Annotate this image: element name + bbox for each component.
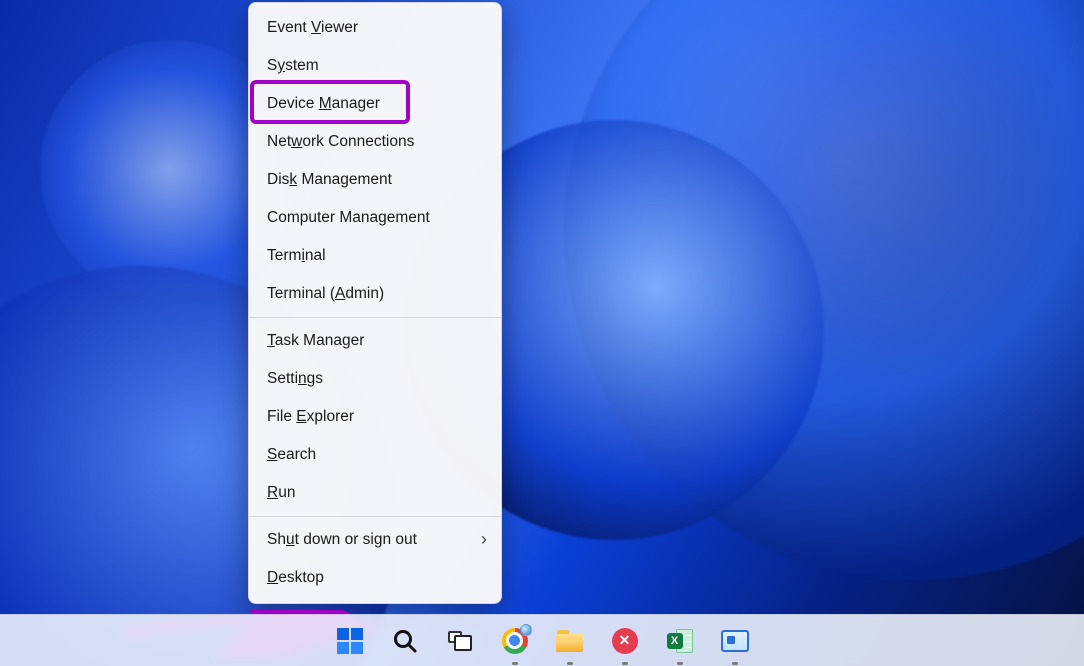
menu-accelerator: A xyxy=(335,285,345,302)
menu-accelerator: R xyxy=(267,484,278,501)
winx-menu-item[interactable]: Computer Management xyxy=(249,199,501,237)
winx-menu-item[interactable]: Disk Management xyxy=(249,161,501,199)
winx-menu-item[interactable]: Search xyxy=(249,436,501,474)
winx-menu-item[interactable]: Event Viewer xyxy=(249,9,501,47)
run-icon xyxy=(721,630,749,652)
menu-accelerator: S xyxy=(267,446,277,463)
excel-icon: X xyxy=(667,629,693,653)
chrome-icon xyxy=(502,628,528,654)
menu-accelerator: n xyxy=(298,370,307,387)
search-icon xyxy=(392,628,418,654)
menu-accelerator: T xyxy=(267,332,275,349)
search-button[interactable] xyxy=(391,627,419,655)
snip-app[interactable]: ✕ xyxy=(611,627,639,655)
winx-menu-item[interactable]: Run xyxy=(249,474,501,512)
taskbar: ✕X xyxy=(0,614,1084,666)
running-indicator xyxy=(567,662,573,665)
running-indicator xyxy=(677,662,683,665)
menu-accelerator: k xyxy=(289,171,297,188)
menu-accelerator: M xyxy=(319,95,332,112)
red-app-icon: ✕ xyxy=(612,628,638,654)
menu-accelerator: V xyxy=(311,19,321,36)
running-indicator xyxy=(732,662,738,665)
running-indicator xyxy=(512,662,518,665)
winx-menu-item[interactable]: Network Connections xyxy=(249,123,501,161)
menu-accelerator: D xyxy=(267,569,278,586)
menu-separator xyxy=(249,317,501,318)
winx-menu-item[interactable]: Task Manager xyxy=(249,322,501,360)
desktop: Event ViewerSystemDevice ManagerNetwork … xyxy=(0,0,1084,666)
winx-menu-item[interactable]: Device Manager xyxy=(249,85,501,123)
run-app[interactable] xyxy=(721,627,749,655)
winx-menu-item[interactable]: Terminal xyxy=(249,237,501,275)
winx-menu[interactable]: Event ViewerSystemDevice ManagerNetwork … xyxy=(248,2,502,604)
winx-menu-item[interactable]: System xyxy=(249,47,501,85)
winx-menu-item[interactable]: Shut down or sign out xyxy=(249,521,501,559)
menu-accelerator: w xyxy=(291,133,302,150)
menu-accelerator: g xyxy=(378,209,387,226)
folder-icon xyxy=(556,630,583,652)
winx-menu-item[interactable]: Settings xyxy=(249,360,501,398)
winx-menu-item[interactable]: Terminal (Admin) xyxy=(249,275,501,313)
profile-badge xyxy=(520,624,532,636)
start-icon xyxy=(337,628,363,654)
winx-menu-item[interactable]: File Explorer xyxy=(249,398,501,436)
excel-app[interactable]: X xyxy=(666,627,694,655)
task-view-button[interactable] xyxy=(446,627,474,655)
menu-accelerator: E xyxy=(296,408,306,425)
file-explorer-app[interactable] xyxy=(556,627,584,655)
wallpaper-swirl xyxy=(564,0,1084,580)
menu-accelerator: u xyxy=(286,531,295,548)
chrome-app[interactable] xyxy=(501,627,529,655)
menu-separator xyxy=(249,516,501,517)
winx-menu-item[interactable]: Desktop xyxy=(249,559,501,597)
menu-accelerator: y xyxy=(277,57,285,74)
running-indicator xyxy=(622,662,628,665)
start-button[interactable] xyxy=(336,627,364,655)
taskview-icon xyxy=(448,631,472,651)
